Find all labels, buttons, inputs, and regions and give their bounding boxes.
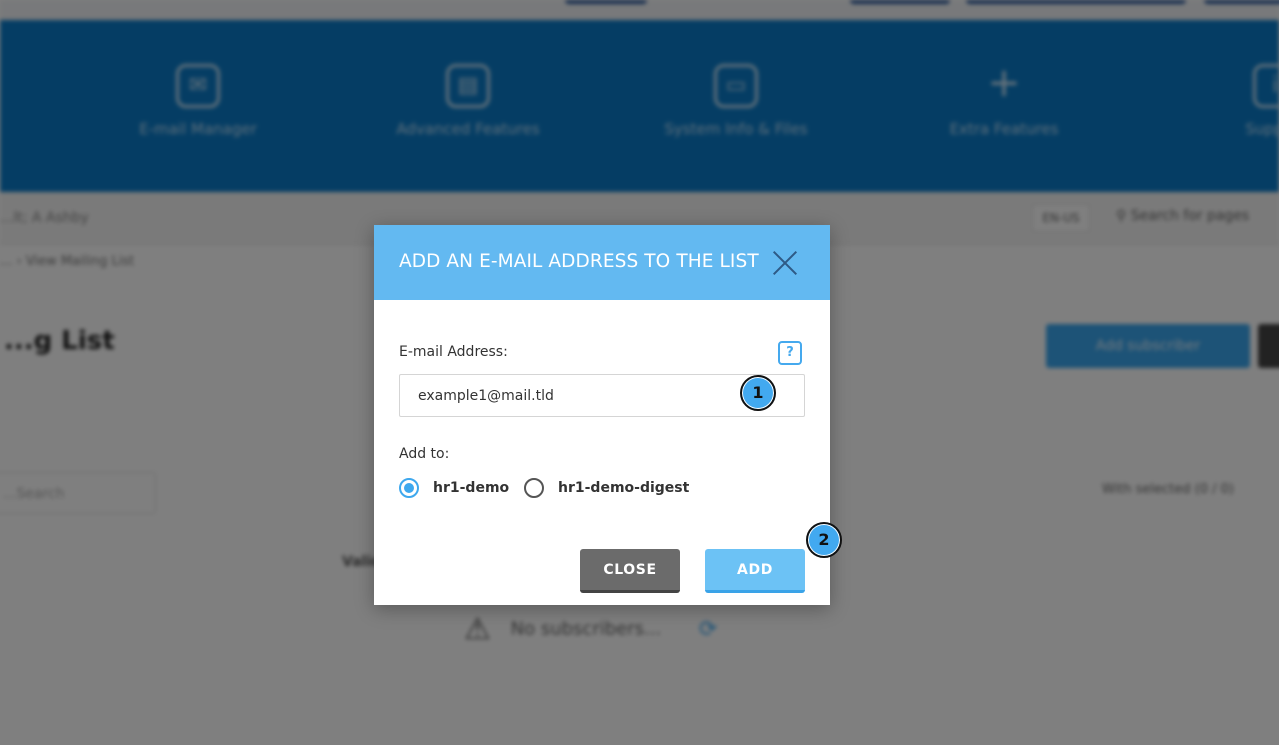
radio-unchecked-icon xyxy=(524,478,544,498)
email-label: E-mail Address: xyxy=(399,344,508,360)
radio-hr1-demo[interactable]: hr1-demo xyxy=(399,478,509,498)
dialog-title: ADD AN E-MAIL ADDRESS TO THE LIST xyxy=(399,251,759,272)
add-email-dialog: ADD AN E-MAIL ADDRESS TO THE LIST E-mail… xyxy=(374,225,830,605)
radio-checked-icon xyxy=(399,478,419,498)
step-marker-2: 2 xyxy=(806,522,842,558)
help-icon[interactable]: ? xyxy=(778,341,802,365)
close-button[interactable]: CLOSE xyxy=(580,549,680,593)
close-icon[interactable] xyxy=(772,250,798,276)
radio-label: hr1-demo xyxy=(433,480,510,496)
radio-label: hr1-demo-digest xyxy=(558,480,690,496)
dialog-header: ADD AN E-MAIL ADDRESS TO THE LIST xyxy=(374,225,830,300)
add-to-label: Add to: xyxy=(399,446,450,462)
add-button[interactable]: ADD xyxy=(705,549,805,593)
radio-hr1-demo-digest[interactable]: hr1-demo-digest xyxy=(524,478,689,498)
step-marker-1: 1 xyxy=(740,375,776,411)
